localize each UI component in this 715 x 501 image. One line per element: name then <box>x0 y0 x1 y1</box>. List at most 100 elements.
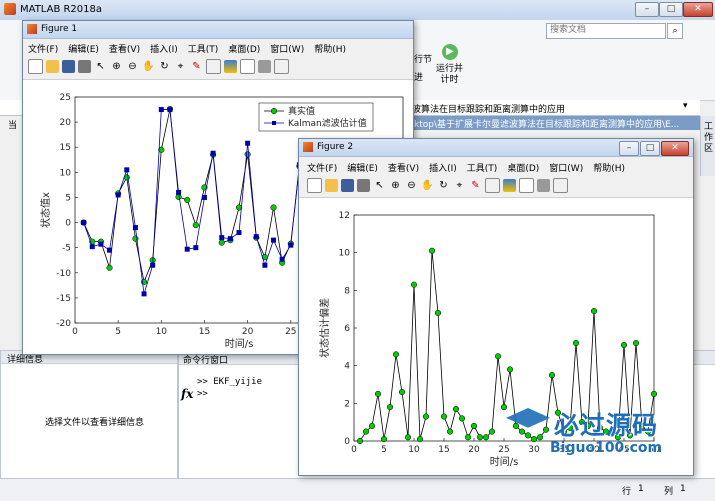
menu-view[interactable]: 查看(V) <box>388 164 419 174</box>
hide-tools-icon[interactable] <box>258 60 271 73</box>
x-tick-label: 10 <box>408 445 420 455</box>
x-tick-label: 20 <box>242 327 254 337</box>
pan-icon[interactable]: ✋ <box>142 60 155 73</box>
minimize-button[interactable]: – <box>635 2 659 17</box>
menu-tools[interactable]: 工具(T) <box>467 164 498 174</box>
menu-help[interactable]: 帮助(H) <box>314 45 346 55</box>
status-col-label: 列 <box>664 487 674 497</box>
data-point <box>632 340 640 347</box>
menu-view[interactable]: 查看(V) <box>109 45 140 55</box>
zoom-in-icon[interactable]: ⊕ <box>389 179 402 192</box>
x-axis-label: 时间/s <box>225 337 254 350</box>
data-point <box>386 404 394 411</box>
data-point <box>476 434 484 441</box>
data-point <box>488 428 496 435</box>
matlab-window-title: MATLAB R2018a <box>20 4 103 15</box>
data-point <box>270 204 277 211</box>
zoom-in-icon[interactable]: ⊕ <box>110 60 123 73</box>
figure2-minimize-button[interactable]: – <box>619 141 639 156</box>
hide-tools-icon[interactable] <box>537 179 550 192</box>
data-point <box>494 353 502 360</box>
path-dropdown-icon[interactable]: ▾ <box>683 101 688 111</box>
menu-insert[interactable]: 插入(I) <box>429 164 457 174</box>
run-and-time-label[interactable]: 运行并 计时 <box>436 64 463 86</box>
data-point <box>141 291 147 297</box>
save-icon[interactable] <box>341 179 354 192</box>
new-file-icon[interactable] <box>307 178 322 193</box>
pointer-icon[interactable]: ↖ <box>373 179 386 192</box>
rotate-icon[interactable]: ↻ <box>158 60 171 73</box>
link-plot-icon[interactable] <box>485 178 500 193</box>
colorbar-icon[interactable] <box>503 179 516 192</box>
data-point <box>506 366 514 373</box>
y-tick-label: 6 <box>344 324 350 334</box>
data-cursor-icon[interactable]: ⌖ <box>453 179 466 192</box>
menu-desktop[interactable]: 桌面(D) <box>507 164 539 174</box>
menu-file[interactable]: 文件(F) <box>28 45 58 55</box>
search-box[interactable] <box>546 23 666 39</box>
maximize-button[interactable]: □ <box>659 2 683 17</box>
y-tick-label: -5 <box>62 244 71 254</box>
colorbar-icon[interactable] <box>224 60 237 73</box>
x-tick-label: 5 <box>381 445 387 455</box>
open-icon[interactable] <box>46 60 59 73</box>
y-tick-label: 0 <box>65 219 71 229</box>
command-line-2[interactable]: >> <box>197 389 208 399</box>
search-input[interactable] <box>547 24 665 36</box>
ribbon-fragment-1: 行节 <box>414 55 433 65</box>
open-icon[interactable] <box>325 179 338 192</box>
zoom-out-icon[interactable]: ⊖ <box>405 179 418 192</box>
close-button[interactable]: ✕ <box>683 2 713 17</box>
data-point <box>167 107 173 113</box>
data-point <box>89 244 95 250</box>
y-axis-label: 状态值x <box>39 192 52 228</box>
data-cursor-icon[interactable]: ⌖ <box>174 60 187 73</box>
y-tick-label: 5 <box>65 193 71 203</box>
path-text[interactable]: 波算法在目标跟踪和距离测算中的应用 <box>412 102 565 115</box>
data-point <box>192 222 199 229</box>
figure1-title: Figure 1 <box>41 24 78 34</box>
menu-help[interactable]: 帮助(H) <box>593 164 625 174</box>
data-point <box>271 237 277 243</box>
rotate-icon[interactable]: ↻ <box>437 179 450 192</box>
print-icon[interactable] <box>357 179 370 192</box>
figure2-close-button[interactable]: ✕ <box>661 141 689 156</box>
dock-icon[interactable] <box>553 178 568 193</box>
legend-icon[interactable] <box>240 59 255 74</box>
pointer-icon[interactable]: ↖ <box>94 60 107 73</box>
menu-file[interactable]: 文件(F) <box>307 164 337 174</box>
data-point <box>410 281 418 288</box>
zoom-out-icon[interactable]: ⊖ <box>126 60 139 73</box>
run-and-time-icon[interactable]: ▶ <box>442 44 458 60</box>
save-icon[interactable] <box>62 60 75 73</box>
pan-icon[interactable]: ✋ <box>421 179 434 192</box>
brush-icon[interactable]: ✎ <box>469 179 482 192</box>
print-icon[interactable] <box>78 60 91 73</box>
workspace-side-tab[interactable]: 工作区 <box>700 116 715 176</box>
search-icon[interactable]: ⌕ <box>667 23 683 39</box>
menu-tools[interactable]: 工具(T) <box>188 45 219 55</box>
data-point <box>262 262 268 268</box>
brush-icon[interactable]: ✎ <box>190 60 203 73</box>
data-point <box>434 309 442 316</box>
y-tick-label: 12 <box>339 211 350 221</box>
fx-icon[interactable]: fx <box>181 387 193 401</box>
menu-edit[interactable]: 编辑(E) <box>68 45 99 55</box>
figure2-maximize-button[interactable]: □ <box>640 141 660 156</box>
data-point <box>219 235 225 241</box>
menu-window[interactable]: 窗口(W) <box>270 45 304 55</box>
menu-insert[interactable]: 插入(I) <box>150 45 178 55</box>
data-point <box>452 405 460 413</box>
legend-marker-kalman <box>272 121 276 125</box>
menu-window[interactable]: 窗口(W) <box>549 164 583 174</box>
x-tick-label: 20 <box>468 445 480 455</box>
link-plot-icon[interactable] <box>206 59 221 74</box>
x-tick-label: 5 <box>115 327 121 337</box>
data-point <box>416 436 424 443</box>
menu-edit[interactable]: 编辑(E) <box>347 164 378 174</box>
dock-icon[interactable] <box>274 59 289 74</box>
legend-icon[interactable] <box>519 178 534 193</box>
menu-desktop[interactable]: 桌面(D) <box>228 45 260 55</box>
new-file-icon[interactable] <box>28 59 43 74</box>
data-point <box>184 196 191 204</box>
